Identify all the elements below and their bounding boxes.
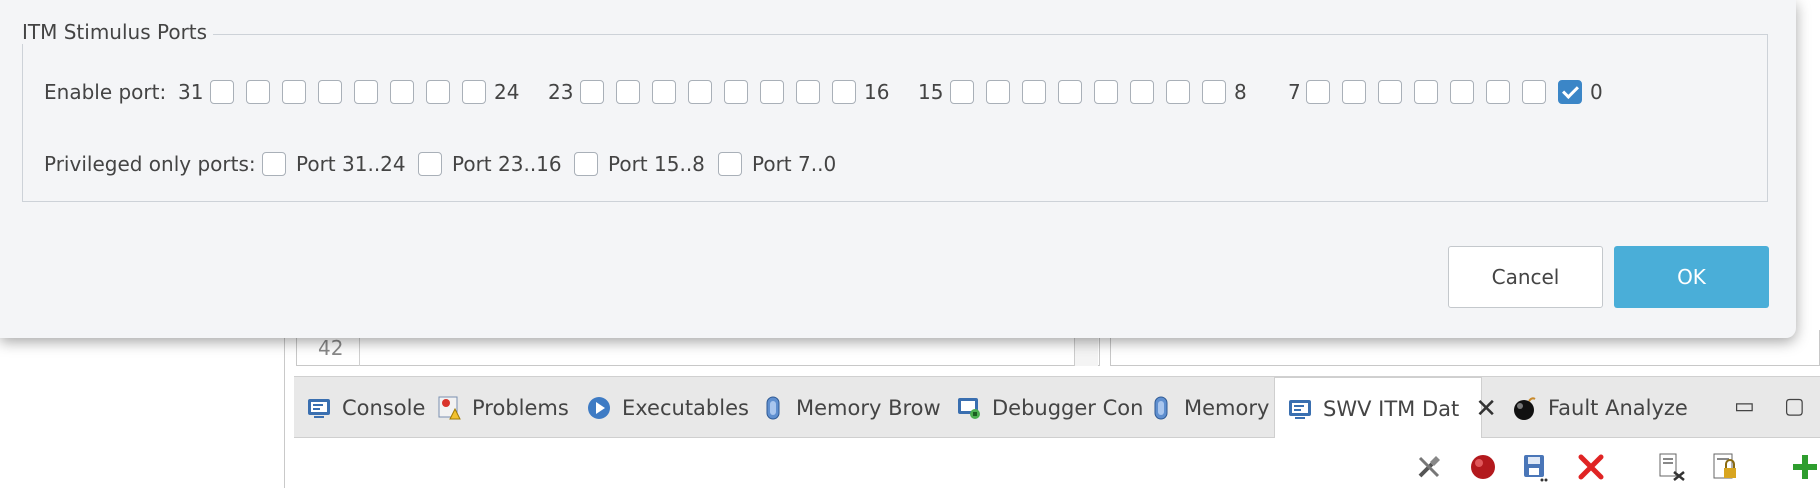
swv-itm-icon	[1289, 399, 1311, 419]
port-checkbox[interactable]	[1094, 80, 1118, 104]
fault-analyzer-icon	[1514, 397, 1536, 420]
port-checkbox[interactable]	[986, 80, 1010, 104]
privileged-port-checkbox[interactable]	[262, 152, 286, 176]
port-group-low-number: 8	[1234, 80, 1247, 104]
problems-icon	[438, 396, 461, 420]
memory-browser-icon	[766, 396, 780, 420]
tab-memory-browser[interactable]: Memory Brow	[760, 377, 941, 439]
debugger-console-icon	[958, 398, 980, 419]
port-checkbox[interactable]	[426, 80, 450, 104]
start-trace-icon[interactable]	[1468, 452, 1498, 482]
lock-icon[interactable]	[1710, 452, 1740, 482]
memory-icon	[1154, 396, 1168, 420]
port-checkbox[interactable]	[210, 80, 234, 104]
privileged-ports-label: Privileged only ports:	[44, 152, 256, 176]
port-checkbox[interactable]	[1414, 80, 1438, 104]
port-checkbox[interactable]	[354, 80, 378, 104]
view-tab-bar: Console Problems Executables Memory Brow…	[294, 376, 1820, 439]
port-group-high-number: 15	[918, 80, 944, 104]
tab-label: Problems	[472, 396, 569, 420]
tab-console[interactable]: Console	[306, 377, 425, 439]
group-title: ITM Stimulus Ports	[22, 20, 214, 44]
port-checkbox[interactable]	[1058, 80, 1082, 104]
tab-label: Memory	[1184, 396, 1270, 420]
port-checkbox[interactable]	[1306, 80, 1330, 104]
itm-stimulus-ports-group	[22, 34, 1768, 202]
add-icon[interactable]	[1790, 452, 1820, 482]
port-checkbox[interactable]	[580, 80, 604, 104]
clear-icon[interactable]	[1576, 452, 1606, 482]
port-checkbox[interactable]	[1378, 80, 1402, 104]
export-icon[interactable]	[1656, 452, 1686, 482]
tab-swv-itm-data[interactable]: SWV ITM Dat ✕	[1274, 377, 1497, 439]
port-checkbox[interactable]	[616, 80, 640, 104]
port-checkbox[interactable]	[1486, 80, 1510, 104]
serial-wire-viewer-settings-dialog: ITM Stimulus Ports Enable port: 31 24 23 16…	[0, 0, 1796, 338]
port-checkbox[interactable]	[462, 80, 486, 104]
minimize-view-button[interactable]: ▭	[1734, 394, 1755, 419]
tab-label: Fault Analyze	[1548, 396, 1688, 420]
port-checkbox[interactable]	[1450, 80, 1474, 104]
privileged-port-checkbox[interactable]	[718, 152, 742, 176]
executables-icon	[588, 397, 610, 419]
tab-label: Memory Brow	[796, 396, 941, 420]
port-checkbox[interactable]	[1130, 80, 1154, 104]
tab-debugger-console[interactable]: Debugger Con	[956, 377, 1143, 439]
port-checkbox[interactable]	[950, 80, 974, 104]
port-checkbox[interactable]	[1202, 80, 1226, 104]
port-checkbox[interactable]	[688, 80, 712, 104]
maximize-view-button[interactable]: ▢	[1784, 394, 1805, 419]
console-icon	[308, 399, 330, 418]
port-checkbox[interactable]	[724, 80, 748, 104]
privileged-port-checkbox[interactable]	[418, 152, 442, 176]
privileged-port-checkbox[interactable]	[574, 152, 598, 176]
tab-label: Executables	[622, 396, 749, 420]
port-checkbox[interactable]	[652, 80, 676, 104]
port-checkbox[interactable]	[832, 80, 856, 104]
port-checkbox[interactable]	[1022, 80, 1046, 104]
enable-port-label: Enable port:	[44, 80, 167, 104]
port-checkbox[interactable]	[318, 80, 342, 104]
tab-problems[interactable]: Problems	[436, 377, 569, 439]
left-panel-border	[284, 330, 285, 488]
tab-fault-analyzer[interactable]: Fault Analyze	[1512, 377, 1688, 439]
privileged-port-label: Port 7..0	[752, 152, 837, 176]
port-checkbox[interactable]	[760, 80, 784, 104]
configure-trace-icon[interactable]	[1414, 452, 1444, 482]
port-group-high-number: 31	[178, 80, 204, 104]
port-checkbox[interactable]	[246, 80, 270, 104]
port-checkbox[interactable]	[390, 80, 414, 104]
port-checkbox[interactable]	[796, 80, 820, 104]
port-checkbox[interactable]	[1558, 80, 1582, 104]
port-group-low-number: 16	[864, 80, 890, 104]
port-checkbox[interactable]	[1342, 80, 1366, 104]
port-group-low-number: 24	[494, 80, 520, 104]
privileged-port-label: Port 15..8	[608, 152, 705, 176]
ok-button[interactable]: OK	[1614, 246, 1769, 308]
line-number: 42	[318, 336, 344, 360]
save-icon[interactable]	[1520, 452, 1550, 482]
tab-memory[interactable]: Memory	[1148, 377, 1269, 439]
port-group-high-number: 7	[1288, 80, 1301, 104]
port-group-low-number: 0	[1590, 80, 1603, 104]
port-checkbox[interactable]	[282, 80, 306, 104]
tab-label: SWV ITM Dat	[1323, 396, 1460, 421]
port-group-high-number: 23	[548, 80, 574, 104]
close-icon[interactable]: ✕	[1475, 394, 1497, 424]
tab-label: Debugger Con	[992, 396, 1144, 420]
tab-executables[interactable]: Executables	[586, 377, 749, 439]
port-checkbox[interactable]	[1522, 80, 1546, 104]
privileged-port-label: Port 31..24	[296, 152, 406, 176]
port-checkbox[interactable]	[1166, 80, 1190, 104]
cancel-button[interactable]: Cancel	[1448, 246, 1603, 308]
tab-label: Console	[342, 396, 426, 420]
privileged-port-label: Port 23..16	[452, 152, 562, 176]
